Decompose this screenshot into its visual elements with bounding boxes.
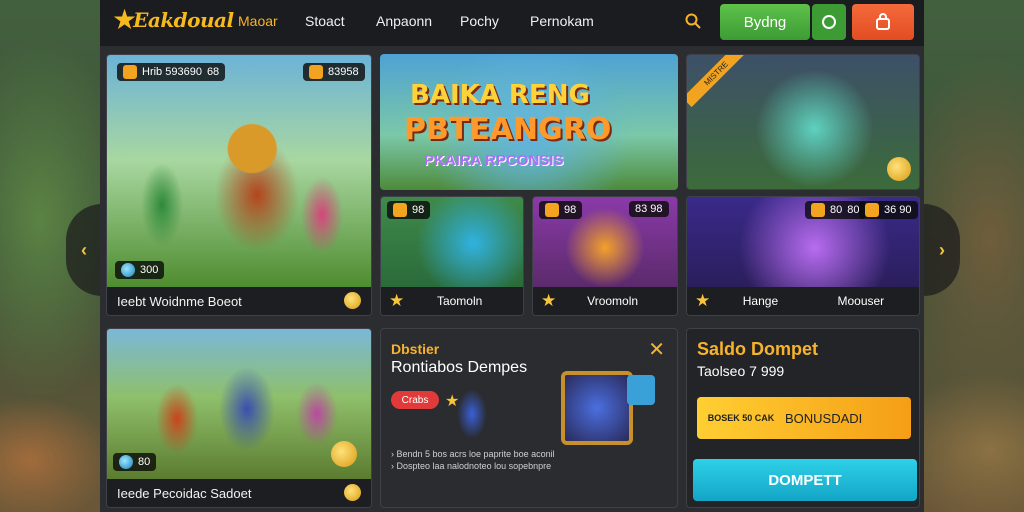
nav-item-1[interactable]: Maoar [238, 13, 278, 29]
tile-3-badge-icon [811, 203, 825, 217]
chest-frame [561, 371, 633, 445]
promo-line-1: › Bendn 5 bos acrs loe paprite boe aconi… [391, 449, 555, 459]
tile-3-badge: 80 80 [805, 201, 866, 219]
treasure-coin-icon [887, 157, 911, 181]
promo-badge: Crabs [391, 391, 439, 409]
featured-game-card[interactable]: Hrib 593690 68 83958 300 Ieebt Woidnme B… [106, 54, 372, 316]
wallet-balance: Taolseo 7 999 [697, 363, 785, 379]
promo-headline: Rontiabos Dempes [391, 359, 528, 376]
site-logo[interactable]: ★ Eakdoual [112, 6, 234, 34]
wallet-button[interactable] [852, 4, 914, 40]
score-pill-text: 83958 [328, 66, 359, 78]
top-pill-text: Hrib 593690 [142, 66, 202, 78]
ticket-icon [627, 375, 655, 405]
dragon-figure [457, 389, 487, 439]
promo-panel: Dbstier Rontiabos Dempes ✕ Crabs ★ › Ben… [380, 328, 678, 508]
nav-item-5[interactable]: Pernokam [530, 13, 594, 29]
wallet-panel: Saldo Dompet Taolseo 7 999 BOSEK 50 CAK … [686, 328, 920, 508]
banner-title-line1: BAIKA RENG [410, 80, 590, 110]
bonus-right-text: BONUSDADI [785, 410, 863, 426]
promo-line-2-text: Dospteo laa nalodnoteo lou sopebnpre [396, 461, 552, 471]
bonus-button[interactable]: BOSEK 50 CAK BONUSDADI [697, 397, 911, 439]
game-tile-2[interactable]: 98 83 98 ★ Vroomoln [532, 196, 678, 316]
top-navigation-bar: ★ Eakdoual Maoar Stoact Anpaonn Pochy Pe… [100, 0, 924, 46]
bonus-left-text: BOSEK 50 CAK [707, 413, 775, 423]
account-button[interactable] [812, 4, 846, 40]
featured-caption: Ieebt Woidnme Boeot [107, 287, 371, 315]
tile-2-badge-right-text: 83 98 [635, 203, 663, 215]
tile-2-label: Vroomoln [587, 294, 639, 308]
star-icon: ★ [541, 291, 557, 310]
nav-item-3[interactable]: Anpaonn [376, 13, 432, 29]
tile-1-label: Taomoln [436, 294, 483, 308]
tile-2-badge-right: 83 98 [629, 201, 669, 217]
promo-kicker: Dbstier [391, 341, 440, 357]
hero-banner[interactable]: BAIKA RENG PBTEANGRO PKAIRA RPCONSIS [380, 54, 678, 190]
second-card-title: Ieede Pecoidac Sadoet [117, 485, 252, 501]
tile-3-badge-right-text: 36 90 [884, 204, 912, 216]
refresh-icon [822, 15, 836, 29]
tile-3-badge-right-icon [865, 203, 879, 217]
tile-3-caption: ★ Hange Moouser [687, 287, 919, 315]
gem-icon [119, 455, 133, 469]
banner-subtitle: PKAIRA RPCONSIS [424, 152, 564, 169]
coin-icon [344, 292, 361, 309]
tile-3-badge-right: 36 90 [859, 201, 918, 219]
tile-1-badge-icon [393, 203, 407, 217]
score-badge-icon [309, 65, 323, 79]
primary-button[interactable]: Bydng [720, 4, 810, 40]
nav-item-4[interactable]: Pochy [460, 13, 499, 29]
big-coin-icon [331, 441, 357, 467]
badge-icon [123, 65, 137, 79]
nav-item-2[interactable]: Stoact [305, 13, 345, 29]
tile-1-badge-text: 98 [412, 204, 425, 216]
search-icon[interactable] [684, 12, 702, 30]
tile-3-badge-text: 80 [830, 204, 843, 216]
logo-text: Eakdoual [133, 8, 234, 32]
featured-gem-pill: 300 [115, 261, 165, 279]
tile-2-badge-icon [545, 203, 559, 217]
tile-2-badge-text: 98 [564, 204, 577, 216]
corner-game-tile[interactable]: MISTRE [686, 54, 920, 190]
banner-title-line2: PBTEANGRO [404, 112, 612, 147]
tile-3-label-left: Hange [742, 294, 779, 308]
game-tile-1[interactable]: 98 ★ Taomoln [380, 196, 524, 316]
tile-3-label-right: Moouser [837, 294, 885, 308]
second-game-card[interactable]: 80 Ieede Pecoidac Sadoet [106, 328, 372, 508]
featured-top-pill: Hrib 593690 68 [117, 63, 226, 81]
second-gem-count: 80 [138, 456, 151, 468]
close-icon[interactable]: ✕ [648, 337, 665, 362]
dompet-button[interactable]: DOMPETT [693, 459, 917, 501]
promo-line-1-text: Bendn 5 bos acrs loe paprite boe aconil [396, 449, 555, 459]
app-shell: ★ Eakdoual Maoar Stoact Anpaonn Pochy Pe… [100, 0, 924, 512]
tile-1-badge: 98 [387, 201, 431, 219]
coin-icon [344, 484, 361, 501]
star-icon: ★ [695, 291, 711, 310]
second-card-caption: Ieede Pecoidac Sadoet [107, 479, 371, 507]
tile-3-badge-mid: 80 [847, 204, 860, 216]
featured-artwork [107, 55, 371, 289]
corner-ribbon: MISTRE [687, 55, 750, 108]
gem-icon [121, 263, 135, 277]
second-gem-pill: 80 [113, 453, 157, 471]
bag-icon [876, 13, 890, 30]
top-pill-count: 68 [206, 66, 220, 78]
wallet-title: Saldo Dompet [697, 339, 819, 359]
game-tile-3[interactable]: 80 80 36 90 ★ Hange Moouser [686, 196, 920, 316]
promo-line-2: › Dospteo laa nalodnoteo lou sopebnpre [391, 461, 552, 471]
tile-1-caption: ★ Taomoln [381, 287, 523, 315]
featured-score-pill: 83958 [303, 63, 365, 81]
featured-title: Ieebt Woidnme Boeot [117, 293, 242, 309]
star-icon: ★ [389, 291, 405, 310]
tile-2-caption: ★ Vroomoln [533, 287, 677, 315]
tile-2-badge: 98 [539, 201, 583, 219]
gem-count: 300 [140, 264, 159, 276]
